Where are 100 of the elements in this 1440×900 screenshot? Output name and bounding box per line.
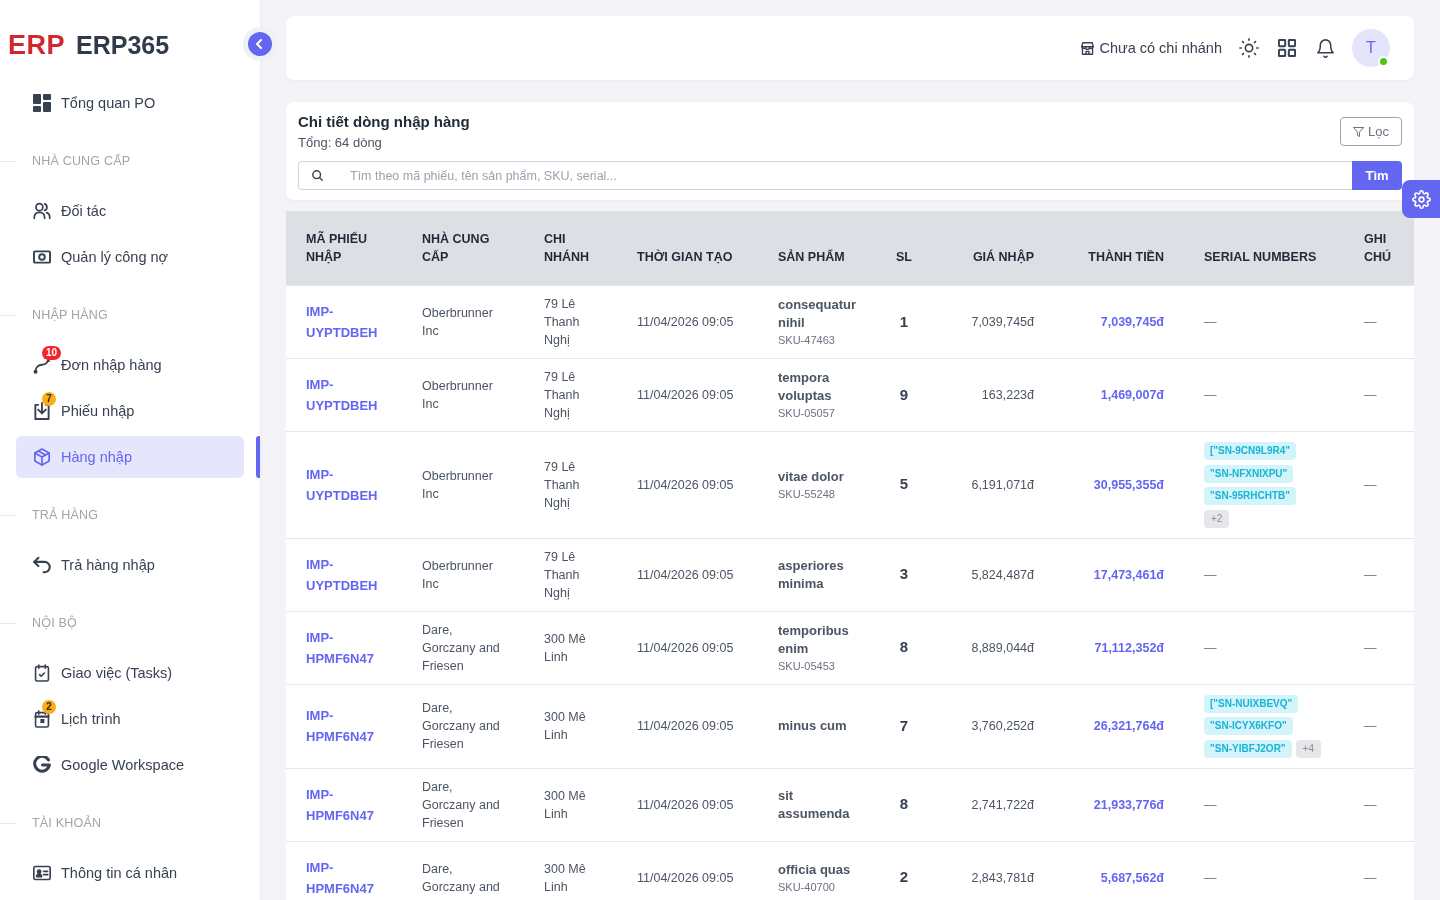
serial-value: — — [1204, 870, 1217, 885]
nav-item[interactable]: Trả hàng nhập — [16, 544, 244, 586]
unit-price: 7,039,745đ — [971, 315, 1034, 329]
users-icon — [33, 202, 51, 220]
line-total: 7,039,745đ — [1100, 315, 1164, 329]
line-total: 1,469,007đ — [1100, 388, 1164, 402]
product-name: consequatur nihil — [778, 296, 857, 332]
serial-value: — — [1204, 388, 1217, 402]
nav-item[interactable]: Google Workspace — [16, 744, 244, 786]
settings-button[interactable] — [1402, 180, 1440, 218]
sun-icon — [1239, 38, 1259, 58]
created-time: 11/04/2026 09:05 — [637, 567, 734, 582]
chevron-left-icon — [256, 39, 262, 49]
serial-tag: "SN-ICYX6KFO" — [1204, 717, 1293, 735]
supplier-name: Oberbrunner Inc — [422, 378, 494, 413]
branch-selector[interactable]: Chưa có chi nhánh — [1081, 40, 1222, 56]
branch-name: 79 Lê Thanh Nghị — [544, 296, 581, 349]
serial-tag: "SN-YIBFJ2OR" — [1204, 739, 1292, 758]
nav-item[interactable]: Quản lý công nợ — [16, 236, 244, 278]
branch-name: 300 Mê Linh — [544, 787, 587, 823]
nav-item[interactable]: 7 Phiếu nhập — [16, 390, 244, 432]
nav-item[interactable]: Tổng quan PO — [16, 82, 244, 124]
serial-value: — — [1204, 567, 1217, 582]
receipt-code-link[interactable]: IMP-UYPTDBEH — [306, 301, 390, 343]
nav-item[interactable]: Giao việc (Tasks) — [16, 652, 244, 694]
section-label: TRẢ HÀNG — [32, 506, 99, 524]
column-header: SẢN PHẨM — [758, 211, 877, 286]
cube-icon — [33, 448, 51, 466]
grid-icon — [1278, 39, 1296, 57]
column-header: THÀNH TIỀN — [1054, 211, 1184, 286]
branch-name: 300 Mê Linh — [544, 709, 587, 744]
search-field[interactable]: Tìm theo mã phiếu, tên sản phẩm, SKU, serial... — [298, 161, 1352, 190]
nav-item[interactable]: Thông tin cá nhân — [16, 852, 244, 894]
return-arrow-icon — [33, 556, 51, 574]
sku-text: SKU-05057 — [778, 406, 835, 421]
serial-tag: "SN-95RHCHTB" — [1204, 487, 1297, 505]
quantity: 5 — [899, 475, 909, 493]
nav-item[interactable]: Đối tác — [16, 190, 244, 232]
product-name: officia quas — [778, 860, 851, 879]
receipt-code-link[interactable]: IMP-HPMF6N47 — [306, 783, 390, 826]
note-value: — — [1364, 640, 1377, 655]
product-name: minus cum — [778, 717, 847, 735]
supplier-name: Oberbrunner Inc — [422, 467, 494, 503]
receipt-code-link[interactable]: IMP-HPMF6N47 — [306, 626, 390, 669]
section-label: NHẬP HÀNG — [32, 306, 108, 324]
supplier-name: Dare, Gorczany and — [422, 860, 501, 896]
g-logo-icon — [33, 756, 51, 774]
product-name: asperiores minima — [778, 556, 845, 593]
section-label: NỘI BỘ — [32, 614, 77, 632]
logo-mark: ERP — [8, 30, 66, 60]
created-time: 11/04/2026 09:05 — [637, 640, 734, 655]
unit-price: 5,824,487đ — [971, 567, 1034, 582]
supplier-name: Dare, Gorczany and Friesen — [422, 700, 501, 753]
count-badge: 2 — [42, 700, 56, 714]
branch-name: 300 Mê Linh — [544, 860, 587, 896]
nav-item[interactable]: 2 Lịch trình — [16, 698, 244, 740]
supplier-name: Oberbrunner Inc — [422, 305, 494, 340]
more-count-tag: +2 — [1204, 509, 1230, 528]
line-total: 5,687,562đ — [1100, 870, 1164, 885]
active-indicator — [256, 436, 260, 478]
sku-text: SKU-40700 — [778, 879, 835, 895]
nav-item[interactable]: Hàng nhập — [16, 436, 244, 478]
row-count: Tổng: 64 dòng — [298, 134, 382, 152]
avatar-button[interactable]: T — [1352, 29, 1390, 67]
quantity: 1 — [899, 312, 909, 330]
receipt-code-link[interactable]: IMP-HPMF6N47 — [306, 856, 390, 899]
sku-text: SKU-55248 — [778, 486, 835, 502]
quantity: 3 — [899, 565, 909, 582]
tray-download-icon — [33, 402, 51, 420]
receipt-code-link[interactable]: IMP-HPMF6N47 — [306, 705, 390, 747]
supplier-name: Oberbrunner Inc — [422, 557, 494, 593]
calendar-icon — [33, 710, 51, 728]
search-button[interactable]: Tìm — [1352, 161, 1402, 190]
receipt-code-link[interactable]: IMP-UYPTDBEH — [306, 553, 390, 596]
note-value: — — [1364, 797, 1377, 812]
receipt-code-link[interactable]: IMP-UYPTDBEH — [306, 374, 390, 416]
sku-text: SKU-47463 — [778, 333, 835, 348]
more-count-tag: +4 — [1295, 739, 1321, 758]
quantity: 8 — [899, 795, 909, 812]
branch-name: 79 Lê Thanh Nghị — [544, 548, 581, 602]
created-time: 11/04/2026 09:05 — [637, 477, 734, 492]
sku-text: SKU-05453 — [778, 658, 835, 674]
unit-price: 2,741,722đ — [971, 797, 1034, 812]
section-label: NHÀ CUNG CẤP — [32, 152, 131, 170]
created-time: 11/04/2026 09:05 — [637, 315, 734, 329]
note-value: — — [1364, 719, 1377, 733]
filter-button[interactable]: Lọc — [1340, 117, 1402, 146]
branch-name: 300 Mê Linh — [544, 630, 587, 666]
banknote-icon — [33, 248, 51, 266]
unit-price: 8,889,044đ — [971, 640, 1034, 655]
line-total: 26,321,764đ — [1093, 719, 1164, 733]
id-card-icon — [33, 864, 51, 882]
calendar-check-icon — [33, 664, 51, 682]
nav-item[interactable]: 10 Đơn nhập hàng — [16, 344, 244, 386]
serial-value: — — [1204, 797, 1217, 812]
line-total: 17,473,461đ — [1093, 567, 1164, 582]
serial-value: — — [1204, 315, 1217, 329]
receipt-code-link[interactable]: IMP-UYPTDBEH — [306, 463, 390, 506]
branch-name: 79 Lê Thanh Nghị — [544, 458, 581, 512]
count-badge: 10 — [42, 346, 62, 360]
